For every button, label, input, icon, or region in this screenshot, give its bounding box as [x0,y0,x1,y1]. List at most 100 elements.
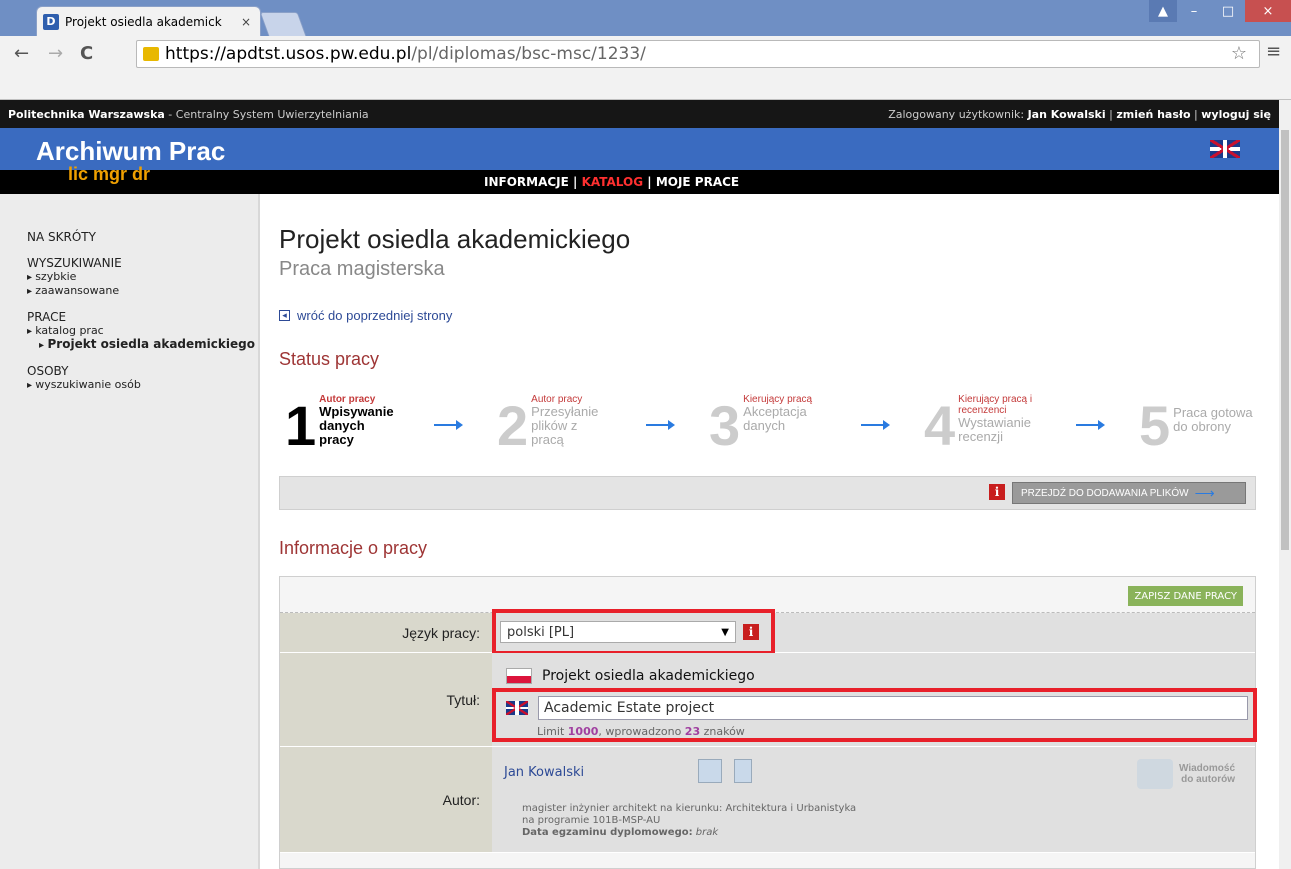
sidebar-shortcuts[interactable]: NA SKRÓTY [27,230,258,244]
step-5: 5 Praca gotowa do obrony [1139,394,1253,454]
system-name: - Centralny System Uwierzytelniania [164,107,369,121]
profile-icon[interactable]: ▲ [1149,0,1177,22]
step-action: Wpisywanie danych pracy [319,404,394,447]
site-title[interactable]: Archiwum Prac [36,136,225,167]
highlight-box [492,609,775,655]
degrees-label: lic mgr dr [68,164,151,184]
nav-info[interactable]: INFORMACJE [484,175,569,189]
browser-titlebar: D Projekt osiedla akademick × ▲ – □ × [0,0,1291,36]
step-action: Akceptacja danych [743,404,807,433]
org-name[interactable]: Politechnika Warszawska [8,108,165,121]
sidebar-people-heading: OSOBY [27,364,69,378]
tab-close-icon[interactable]: × [241,15,251,29]
reload-icon[interactable]: C [80,43,93,64]
scrollbar-thumb[interactable] [1281,130,1289,550]
exam-value: brak [695,827,719,838]
go-to-files-label: PRZEJDŹ DO DODAWANIA PLIKÓW [1021,487,1189,499]
close-window-button[interactable]: × [1245,0,1291,22]
nav-catalog[interactable]: KATALOG [582,175,643,189]
title-label: Tytuł: [280,653,492,746]
separator: | [1105,107,1117,121]
work-info-form: ZAPISZ DANE PRACY Język pracy: polski [P… [279,576,1257,869]
user-name: Jan Kowalski [1027,107,1106,121]
page-title: Projekt osiedla akademickiego [279,224,631,254]
separator: | [1190,107,1202,121]
main-nav: lic mgr dr INFORMACJE | KATALOG | MOJE P… [0,164,1279,194]
step-arrow-icon [1076,420,1105,430]
step-4: 4 Kierujący pracą i recenzenci Wystawianie… [924,394,1058,454]
back-link-text[interactable]: wróć do poprzedniej strony [297,308,452,323]
sidebar-item-people-search[interactable]: wyszukiwanie osób [27,378,258,392]
favicon-icon: D [43,13,59,30]
sidebar-item-current-work[interactable]: Projekt osiedla akademickiego [27,338,258,352]
change-password-link[interactable]: zmień hasło [1116,108,1190,121]
go-to-files-button[interactable]: PRZEJDŹ DO DODAWANIA PLIKÓW ⟶ [1012,482,1246,504]
business-card-icon[interactable] [698,759,722,783]
tab-title: Projekt osiedla akademick [65,14,222,29]
status-title: Status pracy [279,349,380,369]
author-label: Autor: [280,747,492,852]
step-action: Praca gotowa do obrony [1173,405,1253,434]
msg-line1: Wiadomość [1178,763,1235,774]
separator: | [643,175,656,189]
page-scrollbar[interactable] [1279,100,1291,869]
step-arrow-icon [646,420,675,430]
security-warning-icon [143,47,159,61]
address-toolbar: ← → C https://apdtst.usos.pw.edu.pl/pl/d… [0,36,1291,100]
author-desc-line: magister inżynier architekt na kierunku:… [522,803,857,814]
logout-link[interactable]: wyloguj się [1201,108,1271,121]
msg-line2: do autorów [1181,774,1235,785]
step-action-bar: i PRZEJDŹ DO DODAWANIA PLIKÓW ⟶ [279,476,1256,510]
forward-icon[interactable]: → [48,43,63,64]
separator: | [568,175,582,189]
step-number: 3 [709,394,741,457]
step-role: Kierujący pracą i recenzenci [958,394,1033,416]
sidebar-item-advanced-search[interactable]: zaawansowane [27,284,258,298]
minimize-button[interactable]: – [1177,0,1211,22]
step-action: Przesyłanie plików z pracą [531,404,599,447]
page-subtitle: Praca magisterska [279,258,445,280]
step-number: 1 [285,394,317,457]
sidebar-item-catalog[interactable]: katalog prac [27,324,258,338]
step-3: 3 Kierujący pracą Akceptacja danych [709,394,823,454]
author-desc-line: na programie 101B-MSP-AU [522,815,661,826]
sidebar: NA SKRÓTY WYSZUKIWANIE szybkie zaawansow… [0,194,260,869]
site-topbar: Politechnika Warszawska - Centralny Syst… [0,100,1279,128]
step-1: 1 Autor pracy Wpisywanie danych pracy [285,394,399,454]
step-number: 4 [924,394,956,457]
sidebar-search-heading: WYSZUKIWANIE [27,256,122,270]
back-icon[interactable]: ← [14,43,29,64]
message-authors-button[interactable]: Wiadomość do autorów [1136,759,1235,789]
main-content: Projekt osiedla akademickiego Praca magi… [279,194,1269,869]
new-tab-button[interactable] [259,12,307,36]
step-number: 2 [497,394,529,457]
lang-label: Język pracy: [280,613,492,652]
step-arrow-icon [434,420,463,430]
back-link[interactable]: ◂ wróć do poprzedniej strony [279,308,452,323]
url-bar[interactable]: https://apdtst.usos.pw.edu.pl/pl/diploma… [136,40,1260,68]
highlight-box [492,688,1257,742]
author-name-link[interactable]: Jan Kowalski [504,765,584,780]
nav-my-works[interactable]: MOJE PRACE [656,175,739,189]
info-icon[interactable]: i [989,484,1005,500]
step-2: 2 Autor pracy Przesyłanie plików z pracą [497,394,611,454]
step-arrow-icon [861,420,890,430]
author-description: magister inżynier architekt na kierunku:… [522,803,856,839]
browser-menu-icon[interactable]: ≡ [1266,41,1281,62]
document-icon[interactable] [734,759,752,783]
bookmark-star-icon[interactable]: ☆ [1231,43,1247,64]
save-work-button[interactable]: ZAPISZ DANE PRACY [1128,586,1243,606]
sidebar-works-heading: PRACE [27,310,67,324]
browser-tab[interactable]: D Projekt osiedla akademick × [36,6,261,36]
arrow-right-icon: ⟶ [1194,484,1215,501]
maximize-button[interactable]: □ [1211,0,1245,22]
site-banner: Archiwum Prac [0,128,1279,170]
title-row: Tytuł: Projekt osiedla akademickiego Aca… [280,653,1257,747]
exam-label: Data egzaminu dyplomowego: [522,827,693,838]
back-arrow-icon: ◂ [279,310,290,321]
sidebar-item-quick-search[interactable]: szybkie [27,270,258,284]
info-title: Informacje o pracy [279,538,428,558]
title-pl: Projekt osiedla akademickiego [542,668,755,684]
english-flag-icon[interactable] [1210,140,1240,158]
step-action: Wystawianie recenzji [958,415,1032,444]
